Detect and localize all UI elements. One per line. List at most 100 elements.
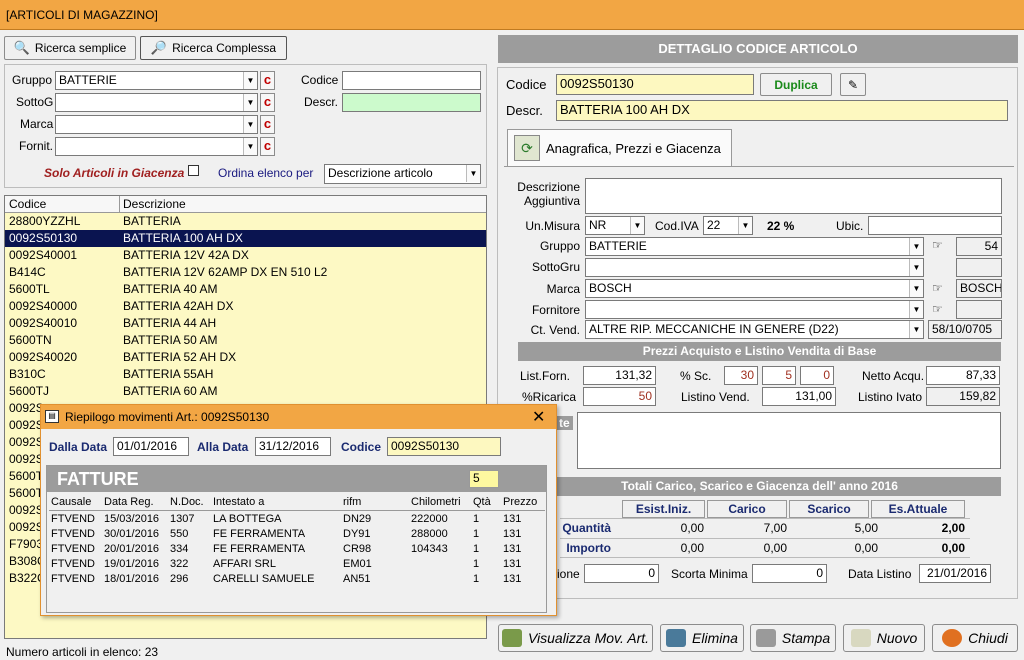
dialog-codice-input[interactable]: 0092S50130 bbox=[387, 437, 501, 456]
stampa-button[interactable]: Stampa bbox=[750, 624, 836, 652]
desc-agg-textarea[interactable] bbox=[585, 178, 1002, 214]
table-row[interactable]: 0092S40010 BATTERIA 44 AH bbox=[5, 315, 486, 332]
detail-codice-input[interactable]: 0092S50130 bbox=[556, 74, 754, 95]
clear-gruppo-button[interactable]: c bbox=[260, 71, 275, 90]
edit-pen-icon[interactable]: ✎ bbox=[840, 73, 866, 96]
table-row[interactable]: B414C BATTERIA 12V 62AMP DX EN 510 L2 bbox=[5, 264, 486, 281]
close-icon[interactable]: ✕ bbox=[532, 407, 545, 427]
row-descrizione: BATTERIA 60 AM bbox=[123, 384, 218, 398]
table-row[interactable]: FTVEND 20/01/2016 334 FE FERRAMENTA CR98 1043… bbox=[51, 542, 544, 557]
ricarica-input[interactable]: 50 bbox=[583, 387, 656, 406]
table-row[interactable]: 0092S50130 BATTERIA 100 AH DX bbox=[5, 230, 486, 247]
marca-detail-select[interactable]: BOSCH ▼ bbox=[585, 279, 924, 298]
table-row[interactable]: 5600TN BATTERIA 50 AM bbox=[5, 332, 486, 349]
ctvend-select[interactable]: ALTRE RIP. MECCANICHE IN GENERE (D22) ▼ bbox=[585, 320, 924, 339]
row-codice: 28800YZZHL bbox=[9, 214, 81, 228]
visualizza-mov-button[interactable]: Visualizza Mov. Art. bbox=[498, 624, 653, 652]
table-row[interactable]: 0092S40001 BATTERIA 12V 42A DX bbox=[5, 247, 486, 264]
ubic-input[interactable] bbox=[868, 216, 1002, 235]
sottogru-select[interactable]: ▼ bbox=[585, 258, 924, 277]
table-row[interactable]: 5600TJ BATTERIA 60 AM bbox=[5, 383, 486, 400]
sconto3-input[interactable]: 0 bbox=[800, 366, 834, 385]
duplica-button[interactable]: Duplica bbox=[760, 73, 832, 96]
elimina-button[interactable]: Elimina bbox=[660, 624, 744, 652]
table-row[interactable]: 0092S40020 BATTERIA 52 AH DX bbox=[5, 349, 486, 366]
pointer-hand-icon[interactable]: ☞ bbox=[932, 238, 950, 255]
window-title: [ARTICOLI DI MAGAZZINO] bbox=[6, 8, 158, 22]
sottogru-code bbox=[956, 258, 1002, 277]
tab-ricerca-complessa[interactable]: 🔎 Ricerca Complessa bbox=[140, 36, 287, 60]
row-codice: 0092S bbox=[9, 435, 44, 449]
table-row[interactable]: 28800YZZHL BATTERIA bbox=[5, 213, 486, 230]
listvend-input[interactable]: 131,00 bbox=[762, 387, 836, 406]
pointer-hand-icon[interactable]: ☞ bbox=[932, 281, 950, 298]
dalla-input[interactable]: 01/01/2016 bbox=[113, 437, 189, 456]
tab-anagrafica[interactable]: ⟳ Anagrafica, Prezzi e Giacenza bbox=[507, 129, 732, 166]
scorta-input[interactable]: 0 bbox=[752, 564, 827, 583]
iva-select[interactable]: 22 ▼ bbox=[703, 216, 753, 235]
col-codice-header[interactable]: Codice bbox=[9, 196, 46, 213]
datalist-input[interactable]: 21/01/2016 bbox=[919, 564, 991, 583]
cell-datareg: 18/01/2016 bbox=[104, 573, 160, 585]
cell-intestatoa: FE FERRAMENTA bbox=[213, 528, 306, 540]
cell-intestatoa: FE FERRAMENTA bbox=[213, 543, 306, 555]
listforn-input[interactable]: 131,32 bbox=[583, 366, 656, 385]
boxes-icon bbox=[501, 629, 522, 647]
table-row[interactable]: FTVEND 19/01/2016 322 AFFARI SRL EM01 1 131 bbox=[51, 557, 544, 572]
cell-prezzo: 131 bbox=[503, 528, 522, 540]
um-select[interactable]: NR ▼ bbox=[585, 216, 645, 235]
table-row[interactable]: B310C BATTERIA 55AH bbox=[5, 366, 486, 383]
detail-codice-label: Codice bbox=[506, 77, 547, 92]
clear-fornit-button[interactable]: c bbox=[260, 137, 275, 156]
nuovo-button[interactable]: Nuovo bbox=[843, 624, 925, 652]
chevron-down-icon: ▼ bbox=[243, 116, 257, 133]
alla-input[interactable]: 31/12/2016 bbox=[255, 437, 331, 456]
descr-filter-input[interactable] bbox=[342, 93, 481, 112]
gruppo-detail-select[interactable]: BATTERIE ▼ bbox=[585, 237, 924, 256]
col-rifm: rifm bbox=[343, 496, 362, 508]
col-descrizione-header[interactable]: Descrizione bbox=[119, 196, 186, 213]
fornitore-select[interactable]: ▼ bbox=[585, 300, 924, 319]
cell-rifm: DY91 bbox=[343, 528, 371, 540]
chevron-down-icon: ▼ bbox=[909, 259, 923, 276]
row-codice: B310C bbox=[9, 367, 46, 381]
dialog-codice-label: Codice bbox=[341, 440, 382, 454]
pointer-hand-icon[interactable]: ☞ bbox=[932, 302, 950, 319]
importo-attuale: 0,00 bbox=[941, 541, 965, 555]
ordina-select[interactable]: Descrizione articolo ▼ bbox=[324, 164, 481, 184]
tab-ricerca-semplice[interactable]: 🔍 Ricerca semplice bbox=[4, 36, 136, 60]
chevron-down-icon: ▼ bbox=[909, 321, 923, 338]
codice-filter-input[interactable] bbox=[342, 71, 481, 90]
cell-causale: FTVEND bbox=[51, 528, 95, 540]
cell-ndoc: 1307 bbox=[170, 513, 195, 525]
row-codice: 0092S bbox=[9, 418, 44, 432]
cell-causale: FTVEND bbox=[51, 543, 95, 555]
row-descrizione: BATTERIA 44 AH bbox=[123, 316, 217, 330]
gruppo-select[interactable]: BATTERIE ▼ bbox=[55, 71, 258, 90]
row-codice: 0092S40020 bbox=[9, 350, 78, 364]
table-row[interactable]: FTVEND 18/01/2016 296 CARELLI SAMUELE AN51 1 1… bbox=[51, 572, 544, 587]
cell-prezzo: 131 bbox=[503, 543, 522, 555]
chiudi-button[interactable]: Chiudi bbox=[932, 624, 1018, 652]
sottog-select[interactable]: ▼ bbox=[55, 93, 258, 112]
netto-input[interactable]: 87,33 bbox=[926, 366, 1000, 385]
fornit-label: Fornit. bbox=[19, 139, 54, 153]
sconto1-input[interactable]: 30 bbox=[724, 366, 758, 385]
table-row[interactable]: 5600TL BATTERIA 40 AM bbox=[5, 281, 486, 298]
table-row[interactable]: FTVEND 30/01/2016 550 FE FERRAMENTA DY91 2880… bbox=[51, 527, 544, 542]
clear-marca-button[interactable]: c bbox=[260, 115, 275, 134]
clear-sottog-button[interactable]: c bbox=[260, 93, 275, 112]
riordino-input[interactable]: 0 bbox=[584, 564, 659, 583]
detail-descr-input[interactable]: BATTERIA 100 AH DX bbox=[556, 100, 1008, 121]
marca-select[interactable]: ▼ bbox=[55, 115, 258, 134]
fornit-select[interactable]: ▼ bbox=[55, 137, 258, 156]
note-textarea[interactable] bbox=[577, 412, 1001, 469]
descr-filter-label: Descr. bbox=[304, 95, 339, 109]
table-row[interactable]: 0092S40000 BATTERIA 42AH DX bbox=[5, 298, 486, 315]
gruppo-detail-label: Gruppo bbox=[539, 239, 580, 253]
cell-datareg: 15/03/2016 bbox=[104, 513, 160, 525]
sconto2-input[interactable]: 5 bbox=[762, 366, 796, 385]
fornitore-code bbox=[956, 300, 1002, 319]
solo-giacenza-checkbox[interactable] bbox=[188, 165, 199, 176]
table-row[interactable]: FTVEND 15/03/2016 1307 LA BOTTEGA DN29 222000… bbox=[51, 512, 544, 527]
